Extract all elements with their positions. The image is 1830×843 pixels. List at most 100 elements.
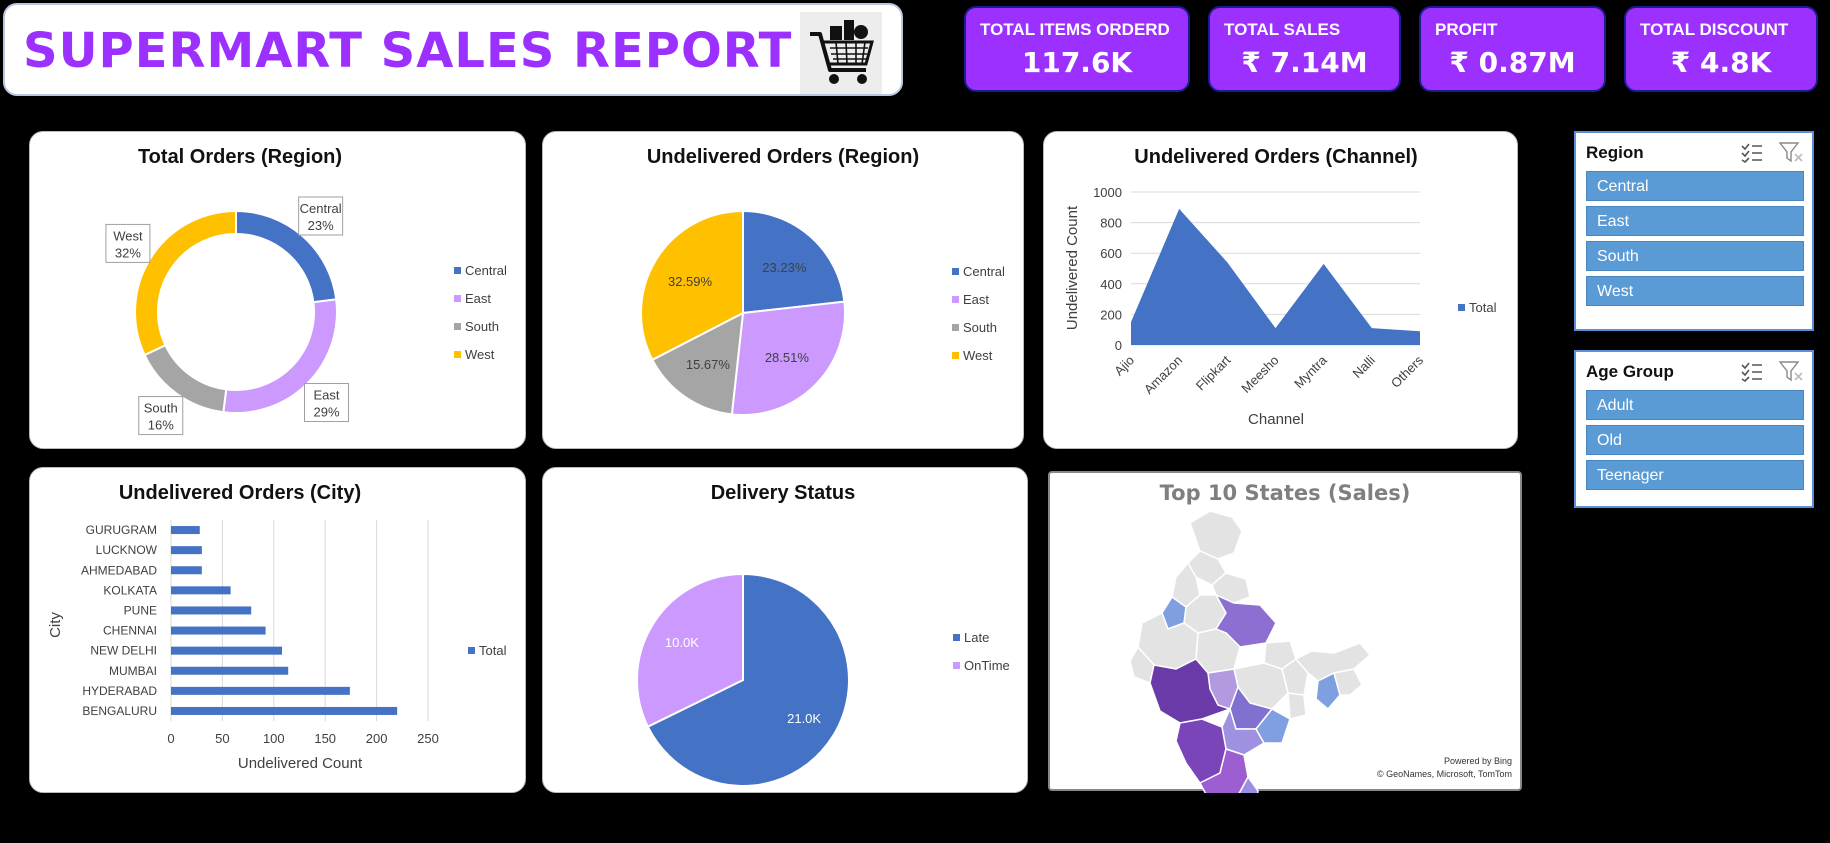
legend-label: East xyxy=(465,291,491,306)
kpi-label: TOTAL ITEMS ORDERD xyxy=(980,20,1170,39)
x-tick-label: Meesho xyxy=(1238,353,1281,396)
panel-total-orders-region: Total Orders (Region) Central 23% East 29% So… xyxy=(29,131,526,449)
y-tick-label: GURUGRAM xyxy=(86,523,157,537)
bar-hyderabad xyxy=(171,686,350,695)
legend-marker xyxy=(454,323,461,330)
panel-top-states-map: Top 10 States (Sales) Powered by Bing © … xyxy=(1048,471,1522,793)
slicer-item-south[interactable]: South xyxy=(1586,241,1804,271)
data-label-value: 23% xyxy=(308,218,334,233)
panel-undelivered-channel: Undelivered Orders (Channel) 0 200 400 600 80… xyxy=(1043,131,1518,449)
kpi-label: TOTAL SALES xyxy=(1224,20,1341,39)
legend-marker xyxy=(952,352,959,359)
kpi-total-items: TOTAL ITEMS ORDERD 117.6K xyxy=(964,6,1190,92)
region-slicer: Region Central East South West xyxy=(1574,131,1814,331)
slicer-item-east[interactable]: East xyxy=(1586,206,1804,236)
x-axis-title: Channel xyxy=(1248,411,1304,428)
slicer-item-west[interactable]: West xyxy=(1586,276,1804,306)
slicer-item-old[interactable]: Old xyxy=(1586,425,1804,455)
legend-label: OnTime xyxy=(964,658,1010,673)
report-title-box: SUPERMART SALES REPORT xyxy=(3,3,903,96)
x-tick-label: Amazon xyxy=(1141,353,1185,397)
kpi-total-sales: TOTAL SALES ₹ 7.14M xyxy=(1208,6,1401,92)
y-tick-label: 1000 xyxy=(1093,185,1122,200)
report-title: SUPERMART SALES REPORT xyxy=(23,23,793,79)
x-tick-label: Others xyxy=(1388,352,1427,391)
multi-select-icon[interactable] xyxy=(1740,141,1764,168)
y-tick-label: 600 xyxy=(1100,246,1122,261)
donut-chart-total-orders: Total Orders (Region) Central 23% East 29% So… xyxy=(105,146,507,436)
y-tick-label: MUMBAI xyxy=(109,664,157,678)
bar-bengaluru xyxy=(171,706,398,715)
multi-select-icon[interactable] xyxy=(1740,360,1764,387)
panel-undelivered-city: Undelivered Orders (City) 0 50 100 150 200 250… xyxy=(29,467,526,793)
data-label: 28.51% xyxy=(765,350,810,365)
data-label-name: Central xyxy=(300,201,342,216)
bar-ahmedabad xyxy=(171,566,202,575)
age-group-slicer-title: Age Group xyxy=(1586,362,1674,381)
region-slicer-title: Region xyxy=(1586,143,1644,162)
data-label-name: East xyxy=(314,388,340,403)
bar-gurugram xyxy=(171,526,200,535)
slicer-item-central[interactable]: Central xyxy=(1586,171,1804,201)
legend-label: East xyxy=(963,292,989,307)
kpi-profit: PROFIT ₹ 0.87M xyxy=(1419,6,1606,92)
shopping-cart-icon xyxy=(800,12,882,94)
x-tick-label: Ajio xyxy=(1111,353,1137,379)
panel-undelivered-region: Undelivered Orders (Region) 23.23% 28.51% 1… xyxy=(542,131,1024,449)
slicer-item-teenager[interactable]: Teenager xyxy=(1586,460,1804,490)
legend-marker xyxy=(468,647,475,654)
data-label-value: 16% xyxy=(148,418,174,433)
y-tick-label: 0 xyxy=(1115,338,1122,353)
legend-label: West xyxy=(963,348,993,363)
y-axis-title: Undelivered Count xyxy=(1064,205,1081,330)
legend-label: Late xyxy=(964,630,989,645)
kpi-label: PROFIT xyxy=(1435,20,1498,39)
india-map: Powered by Bing © GeoNames, Microsoft, T… xyxy=(1129,510,1512,793)
x-tick-label: 200 xyxy=(366,731,388,746)
y-tick-label: PUNE xyxy=(124,603,157,617)
x-tick-label: Myntra xyxy=(1291,352,1330,391)
x-axis-title: Undelivered Count xyxy=(238,755,363,772)
legend-marker xyxy=(952,268,959,275)
kpi-label: TOTAL DISCOUNT xyxy=(1640,20,1789,39)
chart-title: Delivery Status xyxy=(711,482,856,504)
y-tick-label: AHMEDABAD xyxy=(81,563,157,577)
y-tick-label: NEW DELHI xyxy=(90,644,157,658)
legend-marker xyxy=(454,351,461,358)
y-tick-label: 800 xyxy=(1100,216,1122,231)
bar-kolkata xyxy=(171,586,231,595)
map-credit-bing: Powered by Bing xyxy=(1444,756,1512,766)
slicer-item-adult[interactable]: Adult xyxy=(1586,390,1804,420)
kpi-value: ₹ 0.87M xyxy=(1449,46,1576,79)
pie-chart-undelivered-region: Undelivered Orders (Region) 23.23% 28.51% 1… xyxy=(640,146,1005,416)
x-tick-label: 150 xyxy=(314,731,336,746)
kpi-total-discount: TOTAL DISCOUNT ₹ 4.8K xyxy=(1624,6,1818,92)
legend-label: West xyxy=(465,347,495,362)
bar-chennai xyxy=(171,626,266,635)
legend-label: Total xyxy=(1469,300,1497,315)
bar-new-delhi xyxy=(171,646,283,655)
bar-chart-undelivered-city: Undelivered Orders (City) 0 50 100 150 200 250… xyxy=(47,482,507,772)
panel-delivery-status: Delivery Status 21.0K 10.0K Late OnTime xyxy=(542,467,1028,793)
area-series-total xyxy=(1131,208,1420,345)
legend-label: South xyxy=(465,319,499,334)
clear-filter-icon[interactable] xyxy=(1778,141,1804,168)
x-tick-label: Flipkart xyxy=(1193,352,1234,393)
data-label-name: West xyxy=(113,228,143,243)
clear-filter-icon[interactable] xyxy=(1778,360,1804,387)
x-tick-label: 50 xyxy=(215,731,229,746)
chart-title: Undelivered Orders (City) xyxy=(119,482,361,504)
legend-label: Total xyxy=(479,643,507,658)
y-tick-label: 200 xyxy=(1100,307,1122,322)
kpi-value: 117.6K xyxy=(1021,46,1133,79)
age-group-slicer: Age Group Adult Old Teenager xyxy=(1574,350,1814,508)
y-tick-label: LUCKNOW xyxy=(96,543,158,557)
y-tick-label: BENGALURU xyxy=(82,704,157,718)
map-credit-geonames: © GeoNames, Microsoft, TomTom xyxy=(1377,769,1512,779)
x-tick-label: 250 xyxy=(417,731,439,746)
legend-marker xyxy=(454,267,461,274)
legend-marker xyxy=(952,296,959,303)
bar-lucknow xyxy=(171,546,202,555)
kpi-value: ₹ 4.8K xyxy=(1670,46,1772,79)
bar-pune xyxy=(171,606,252,615)
